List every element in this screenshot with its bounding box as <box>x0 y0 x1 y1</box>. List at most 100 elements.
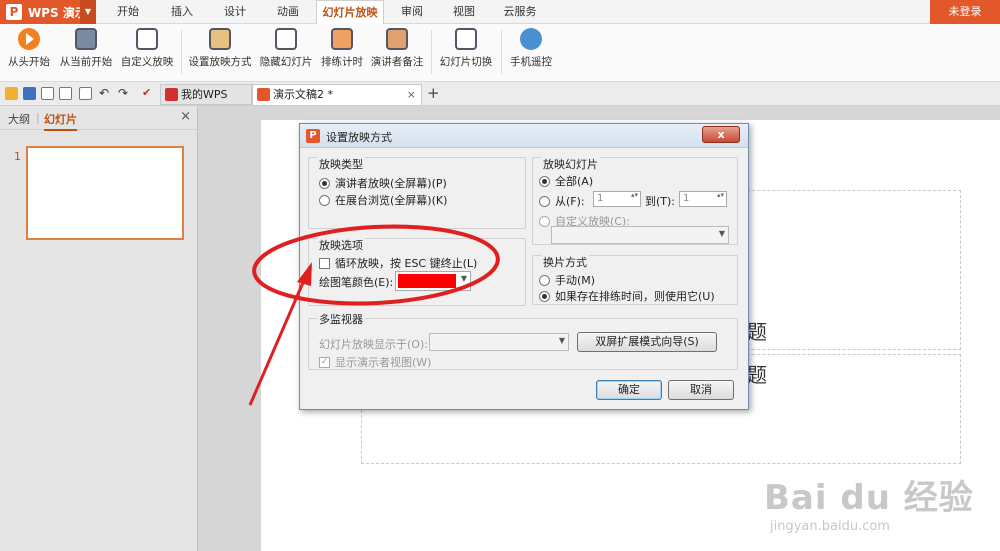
ribbon-label: 隐藏幻灯片 <box>259 56 313 68</box>
phone-remote-button[interactable]: 手机遥控 <box>506 28 556 78</box>
slide-transition-icon <box>455 28 477 50</box>
option-label: 在展台浏览(全屏幕)(K) <box>335 194 448 207</box>
ribbon-label: 从当前开始 <box>59 56 113 68</box>
slide-number: 1 <box>14 150 21 163</box>
display-on-label: 幻灯片放映显示于(O): <box>319 338 428 351</box>
checkbox-icon <box>319 257 330 269</box>
tab-outline[interactable]: 大纲 <box>8 111 30 127</box>
pane-tab-divider: | <box>36 111 40 124</box>
close-icon[interactable]: × <box>407 85 416 104</box>
chevron-down-icon: ▼ <box>558 336 565 345</box>
wps-presentation-logo-icon: P <box>306 129 320 143</box>
watermark-main: Bai du 经验 <box>764 478 974 518</box>
radio-icon <box>539 290 550 302</box>
tab-design[interactable]: 设计 <box>213 0 257 24</box>
radio-use-timings[interactable]: 如果存在排练时间，则使用它(U) <box>539 288 715 304</box>
custom-show-button[interactable]: 自定义放映 <box>116 28 178 78</box>
dialog-close-button[interactable]: x <box>702 126 740 143</box>
show-options-group: 放映选项 循环放映，按 ESC 键终止(L) 绘图笔颜色(E): ▼ <box>308 237 526 306</box>
print-preview-icon[interactable] <box>79 87 92 100</box>
to-slide-spinner[interactable]: 1 <box>679 191 727 207</box>
export-pdf-icon[interactable] <box>41 87 54 100</box>
hide-slide-icon <box>275 28 297 50</box>
tab-review[interactable]: 审阅 <box>392 0 432 24</box>
menu-bar: P WPS 演示 ▼ 开始 插入 设计 动画 幻灯片放映 审阅 视图 云服务 未… <box>0 0 1000 25</box>
ppt-doc-icon <box>257 88 270 101</box>
option-label: 显示演示者视图(W) <box>335 356 432 369</box>
chevron-down-icon: ▼ <box>718 229 725 238</box>
radio-icon <box>539 195 550 207</box>
tab-animation[interactable]: 动画 <box>266 0 310 24</box>
save-icon[interactable] <box>23 87 36 100</box>
radio-manual[interactable]: 手动(M) <box>539 272 595 288</box>
presenter-view-checkbox[interactable]: ✓ 显示演示者视图(W) <box>319 354 431 370</box>
option-label: 如果存在排练时间，则使用它(U) <box>555 290 715 303</box>
tab-insert[interactable]: 插入 <box>160 0 204 24</box>
slide-thumbnail[interactable] <box>26 146 184 240</box>
close-icon[interactable]: × <box>180 109 191 124</box>
app-menu-button[interactable]: P WPS 演示 ▼ <box>0 0 96 24</box>
hide-slide-button[interactable]: 隐藏幻灯片 <box>256 28 316 78</box>
undo-icon[interactable]: ↶ <box>99 87 112 100</box>
login-button[interactable]: 未登录 <box>930 0 1000 24</box>
cancel-button[interactable]: 取消 <box>668 380 734 400</box>
loop-checkbox[interactable]: 循环放映，按 ESC 键终止(L) <box>319 255 477 271</box>
from-beginning-button[interactable]: 从头开始 <box>4 28 54 78</box>
show-slides-group: 放映幻灯片 全部(A) 从(F): 1 到(T): 1 自定义放映(C): ▼ <box>532 156 738 245</box>
show-type-title: 放映类型 <box>317 156 365 172</box>
app-name: WPS 演示 <box>28 5 87 20</box>
radio-all-slides[interactable]: 全部(A) <box>539 173 593 189</box>
presenter-notes-icon <box>386 28 408 50</box>
wps-logo-icon <box>165 88 178 101</box>
redo-icon[interactable]: ↷ <box>118 87 131 100</box>
ribbon-separator <box>181 30 182 74</box>
radio-kiosk-full[interactable]: 在展台浏览(全屏幕)(K) <box>319 192 447 208</box>
presenter-notes-button[interactable]: 演讲者备注 <box>368 28 426 78</box>
ribbon-label: 幻灯片切换 <box>439 56 493 68</box>
radio-presenter-full[interactable]: 演讲者放映(全屏幕)(P) <box>319 175 447 191</box>
pen-color-swatch <box>398 274 456 288</box>
slides-pane: 大纲 | 幻灯片 × 1 <box>0 106 198 551</box>
tab-slides[interactable]: 幻灯片 <box>44 111 77 131</box>
print-icon[interactable] <box>59 87 72 100</box>
option-label: 手动(M) <box>555 274 596 287</box>
from-slide-spinner[interactable]: 1 <box>593 191 641 207</box>
tab-presentation-2[interactable]: 演示文稿2 * × <box>252 84 422 105</box>
advance-title: 换片方式 <box>541 254 589 270</box>
tab-view[interactable]: 视图 <box>444 0 484 24</box>
new-tab-button[interactable]: + <box>427 84 440 102</box>
tab-cloud-services[interactable]: 云服务 <box>496 0 544 24</box>
from-current-button[interactable]: 从当前开始 <box>56 28 116 78</box>
ribbon-label: 排练计时 <box>321 56 363 68</box>
dual-screen-wizard-button[interactable]: 双屏扩展模式向导(S) <box>577 332 717 352</box>
pen-color-select[interactable]: ▼ <box>395 271 471 291</box>
ribbon-label: 从头开始 <box>8 56 50 68</box>
chevron-down-icon[interactable]: ▼ <box>80 0 96 24</box>
baidu-watermark: Bai du 经验 jingyan.baidu.com <box>764 470 974 534</box>
setup-show-button[interactable]: 设置放映方式 <box>186 28 254 78</box>
slide-transition-button[interactable]: 幻灯片切换 <box>436 28 496 78</box>
radio-icon <box>539 215 550 227</box>
rehearse-timing-button[interactable]: 排练计时 <box>316 28 368 78</box>
advance-group: 换片方式 手动(M) 如果存在排练时间，则使用它(U) <box>532 254 738 305</box>
setup-show-icon <box>209 28 231 50</box>
play-current-icon <box>75 28 97 50</box>
show-type-group: 放映类型 演讲者放映(全屏幕)(P) 在展台浏览(全屏幕)(K) <box>308 156 526 229</box>
tab-slideshow[interactable]: 幻灯片放映 <box>316 0 384 25</box>
tab-home[interactable]: 开始 <box>106 0 150 24</box>
rehearse-timing-icon <box>331 28 353 50</box>
dialog-title: 设置放映方式 <box>326 131 392 144</box>
radio-from-slide[interactable]: 从(F): <box>539 193 585 209</box>
setup-show-dialog: P 设置放映方式 x 放映类型 演讲者放映(全屏幕)(P) 在展台浏览(全屏幕)… <box>299 123 749 410</box>
option-label: 演讲者放映(全屏幕)(P) <box>335 177 447 190</box>
play-icon <box>18 28 40 50</box>
open-icon[interactable] <box>5 87 18 100</box>
custom-show-select[interactable]: ▼ <box>551 226 729 244</box>
ok-button[interactable]: 确定 <box>596 380 662 400</box>
tab-my-wps[interactable]: 我的WPS <box>160 84 252 105</box>
ribbon-label: 手机遥控 <box>510 56 552 68</box>
option-label: 循环放映，按 ESC 键终止(L) <box>335 257 478 270</box>
customize-toolbar-icon[interactable]: ✔ <box>142 87 155 100</box>
display-on-select[interactable]: ▼ <box>429 333 569 351</box>
ribbon-separator <box>501 30 502 74</box>
